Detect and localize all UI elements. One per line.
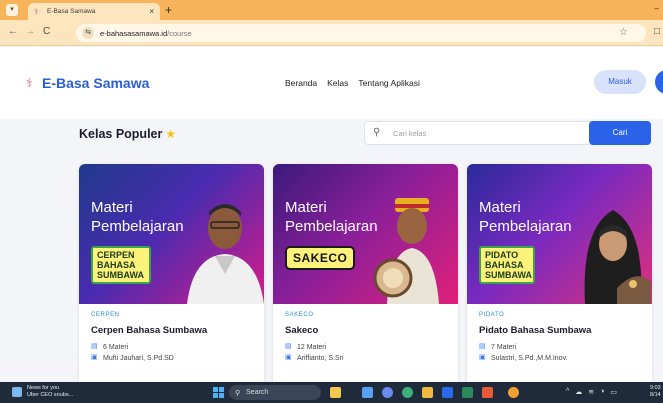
logo-icon: ⚕ — [26, 76, 33, 90]
user-icon: ▣ — [479, 354, 486, 361]
search-button[interactable]: Cari — [589, 121, 651, 145]
search-input[interactable] — [393, 126, 583, 140]
user-icon: ▣ — [91, 354, 98, 361]
app-icon-excel[interactable] — [462, 387, 473, 398]
course-author: ▣ Ariffianto, S.Sn — [285, 354, 344, 362]
course-thumbnail: Materi Pembelajaran SAKECO — [273, 164, 458, 304]
news-headline: Uber CEO snubs... — [27, 391, 74, 398]
course-materi-count: ▤ 6 Materi — [91, 343, 129, 351]
url-field[interactable]: ⇆ e-bahasasamawa.id/course ☆ □ — [76, 24, 660, 42]
course-category: PIDATO — [479, 312, 505, 318]
nav-item-beranda[interactable]: Beranda — [285, 78, 317, 88]
url-path: /course — [167, 28, 192, 38]
new-tab-button[interactable]: + — [165, 3, 172, 17]
weather-icon — [12, 386, 22, 397]
onedrive-icon[interactable]: ☁ — [575, 388, 582, 396]
browser-tabbar: ▾ ⚕ E-Basa Samawa × + – — [0, 0, 663, 20]
url-host: e-bahasasamawa.id — [100, 28, 168, 38]
site-info-icon[interactable]: ⇆ — [82, 27, 94, 39]
main-nav: Beranda Kelas Tentang Aplikasi — [285, 78, 430, 88]
extensions-icon[interactable]: □ — [654, 26, 660, 37]
app-icon-widgets[interactable] — [330, 387, 341, 398]
course-author: ▣ Mufti Jauhari, S.Pd.SD — [91, 354, 174, 362]
page-title: Kelas Populer ★ — [79, 127, 176, 141]
instructor-photo — [584, 210, 651, 304]
instructor-photo — [373, 198, 439, 304]
thumbnail-title: Materi Pembelajaran — [285, 199, 378, 235]
course-materi-count: ▤ 7 Materi — [479, 343, 517, 351]
course-author: ▣ Sulastri, S.Pd.,M.M.Inov. — [479, 354, 568, 362]
thumbnail-tag: CERPEN BAHASA SUMBAWA — [91, 246, 151, 284]
minimize-icon[interactable]: – — [655, 4, 659, 13]
search-icon: ⚲ — [235, 389, 241, 397]
course-materi-count: ▤ 12 Materi — [285, 343, 327, 351]
logo-text: E-Basa Samawa — [42, 75, 150, 91]
news-widget[interactable]: News for you Uber CEO snubs... — [12, 385, 73, 398]
app-icon-store[interactable] — [442, 387, 453, 398]
course-card-cerpen[interactable]: Materi Pembelajaran CERPEN BAHASA SUMBAW… — [79, 164, 264, 386]
windows-start-icon[interactable] — [213, 387, 224, 398]
course-title[interactable]: Pidato Bahasa Sumbawa — [479, 325, 642, 336]
register-button[interactable] — [655, 70, 663, 94]
nav-item-kelas[interactable]: Kelas — [327, 78, 348, 88]
app-icon-chat[interactable] — [382, 387, 393, 398]
chevron-up-icon[interactable]: ^ — [566, 388, 569, 396]
back-icon[interactable]: ← — [8, 26, 18, 38]
course-card-sakeco[interactable]: Materi Pembelajaran SAKECO SAKECO Sakeco… — [273, 164, 458, 386]
wifi-icon[interactable]: ≋ — [588, 388, 594, 396]
app-icon-explorer[interactable] — [422, 387, 433, 398]
book-icon: ▤ — [479, 343, 486, 350]
app-icon-edge[interactable] — [402, 387, 413, 398]
thumbnail-tag: SAKECO — [285, 246, 356, 270]
thumbnail-title: Materi Pembelajaran — [91, 199, 184, 235]
address-bar-row: ← → C ⇆ e-bahasasamawa.id/course ☆ □ — [0, 20, 663, 46]
app-icon-taskview[interactable] — [362, 387, 373, 398]
battery-icon[interactable]: ▭ — [610, 388, 617, 396]
bookmark-star-icon[interactable]: ☆ — [619, 27, 628, 38]
course-title[interactable]: Sakeco — [285, 325, 448, 336]
app-icon-chrome[interactable] — [508, 387, 519, 398]
user-icon: ▣ — [285, 354, 292, 361]
tab-title: E-Basa Samawa — [47, 8, 96, 15]
app-icon-word[interactable] — [482, 387, 493, 398]
thumbnail-title: Materi Pembelajaran — [479, 199, 572, 235]
instructor-photo — [187, 204, 264, 304]
course-thumbnail: Materi Pembelajaran CERPEN BAHASA SUMBAW… — [79, 164, 264, 304]
site-favicon-icon: ⚕ — [34, 7, 39, 16]
thumbnail-tag: PIDATO BAHASA SUMBAWA — [479, 246, 535, 284]
book-icon: ▤ — [285, 343, 292, 350]
login-button[interactable]: Masuk — [594, 70, 646, 94]
clock-date: 8/14 — [650, 392, 661, 398]
os-taskbar: News for you Uber CEO snubs... ⚲ Search … — [0, 382, 663, 403]
course-title[interactable]: Cerpen Bahasa Sumbawa — [91, 325, 254, 336]
forward-icon[interactable]: → — [25, 26, 35, 38]
clock-time: 9:03 — [650, 385, 661, 391]
tab-list-icon[interactable]: ▾ — [6, 4, 18, 16]
taskbar-search-label: Search — [246, 389, 269, 396]
volume-icon[interactable]: ◑ — [600, 388, 604, 396]
course-card-pidato[interactable]: Materi Pembelajaran PIDATO BAHASA SUMBAW… — [467, 164, 652, 386]
course-info: PIDATO Pidato Bahasa Sumbawa ▤ 7 Materi … — [479, 312, 642, 362]
book-icon: ▤ — [91, 343, 98, 350]
course-info: CERPEN Cerpen Bahasa Sumbawa ▤ 6 Materi … — [91, 312, 254, 362]
course-info: SAKECO Sakeco ▤ 12 Materi ▣ Ariffianto, … — [285, 312, 448, 362]
taskbar-search[interactable]: ⚲ Search — [229, 385, 321, 400]
browser-tab[interactable]: ⚕ E-Basa Samawa × — [28, 3, 160, 20]
site-logo[interactable]: ⚕ E-Basa Samawa — [26, 75, 149, 91]
system-tray: ^ ☁ ≋ ◑ ▭ — [566, 388, 617, 396]
reload-icon[interactable]: C — [43, 26, 50, 38]
tab-close-icon[interactable]: × — [149, 7, 154, 16]
course-category: CERPEN — [91, 312, 120, 318]
star-icon: ★ — [165, 127, 177, 141]
nav-item-tentang[interactable]: Tentang Aplikasi — [358, 78, 419, 88]
course-thumbnail: Materi Pembelajaran PIDATO BAHASA SUMBAW… — [467, 164, 652, 304]
course-category: SAKECO — [285, 312, 314, 318]
search-bar: ⚲ Cari — [364, 121, 651, 145]
taskbar-clock[interactable]: 9:03 8/14 — [650, 385, 661, 399]
site-header: ⚕ E-Basa Samawa Beranda Kelas Tentang Ap… — [0, 47, 663, 119]
search-icon: ⚲ — [373, 127, 381, 138]
section-title-text: Kelas Populer — [79, 127, 163, 141]
